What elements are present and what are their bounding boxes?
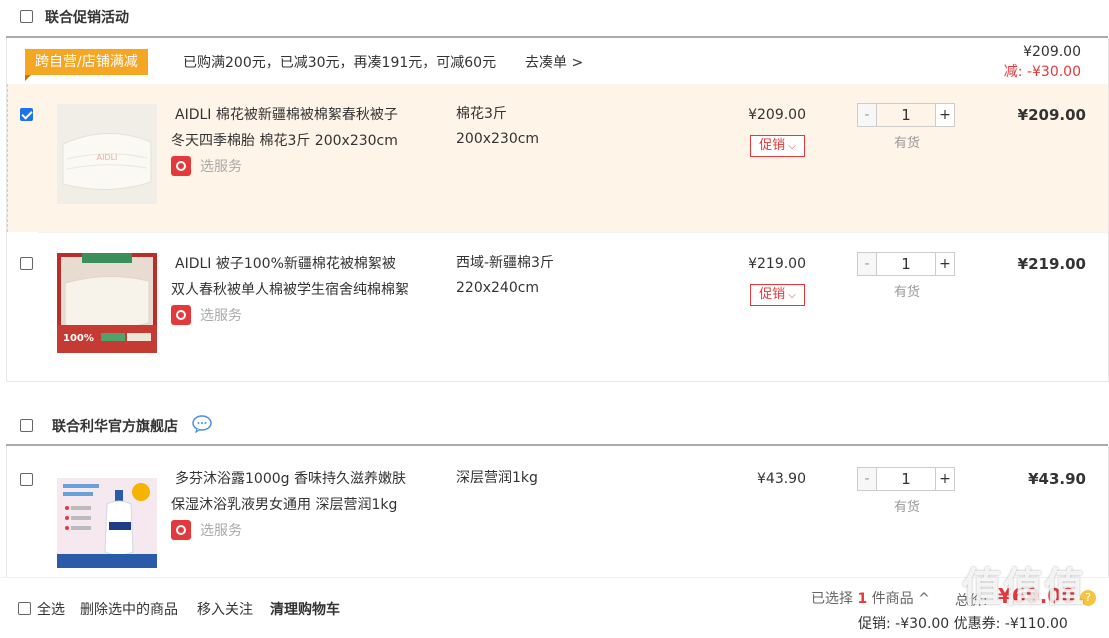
- selected-count: 1: [857, 591, 868, 607]
- item1-qty-input[interactable]: 1: [877, 103, 935, 127]
- svg-text:AIDLI: AIDLI: [97, 153, 118, 162]
- shop2-title[interactable]: 联合利华官方旗舰店: [52, 416, 178, 436]
- selected-prefix: 已选择: [811, 591, 853, 607]
- select-promo-group-checkbox[interactable]: [20, 10, 33, 23]
- select-shop2-checkbox[interactable]: [20, 419, 33, 432]
- item3-price: ¥43.90: [757, 471, 806, 487]
- select-all-checkbox[interactable]: [18, 602, 31, 615]
- item3-stock: 有货: [894, 500, 921, 515]
- item3-quantity-stepper[interactable]: - 1 +: [857, 467, 955, 491]
- group1-total: ¥209.00: [1023, 44, 1081, 60]
- promo-link[interactable]: 去凑单 >: [525, 52, 583, 72]
- selected-suffix: 件商品: [871, 591, 914, 607]
- thumb-badge: 100%: [63, 333, 94, 344]
- chevron-up-icon: ^: [918, 591, 930, 607]
- promo-label: 促销: [759, 138, 786, 153]
- item1-promo-dropdown[interactable]: 促销 ⌵: [750, 135, 805, 157]
- item3-title-line2[interactable]: 保湿沐浴乳液男女通用 深层营润1kg: [171, 492, 397, 518]
- service-icon[interactable]: [171, 305, 191, 325]
- item2-spec2: 220x240cm: [456, 280, 540, 296]
- item3-checkbox[interactable]: [20, 473, 33, 486]
- promo-label: 促销: [759, 287, 786, 302]
- item1-checkbox[interactable]: [20, 108, 33, 121]
- item1-quantity-stepper[interactable]: - 1 +: [857, 103, 955, 127]
- item1-spec2: 200x230cm: [456, 131, 540, 147]
- item1-spec1: 棉花3斤: [456, 106, 507, 122]
- service-icon[interactable]: [171, 156, 191, 176]
- item1-stock: 有货: [894, 136, 921, 151]
- clear-cart-link[interactable]: 清理购物车: [270, 599, 340, 619]
- item3-subtotal: ¥43.90: [1028, 470, 1086, 488]
- item1-thumbnail[interactable]: AIDLI: [57, 104, 157, 204]
- item2-subtotal: ¥219.00: [1017, 255, 1086, 273]
- watermark-logo: 值值值: [962, 565, 1085, 611]
- item2-title-line1[interactable]: AIDLI 被子100%新疆棉花被棉絮被: [175, 251, 396, 277]
- item3-qty-input[interactable]: 1: [877, 467, 935, 491]
- item3-spec1: 深层营润1kg: [456, 470, 538, 486]
- item1-price: ¥209.00: [748, 107, 806, 123]
- item2-thumbnail[interactable]: 100%: [57, 253, 157, 353]
- item1-subtotal: ¥209.00: [1017, 106, 1086, 124]
- chevron-down-icon: ⌵: [785, 290, 796, 301]
- item2-checkbox[interactable]: [20, 257, 33, 270]
- item2-service-link[interactable]: 选服务: [200, 305, 242, 325]
- item1-service-link[interactable]: 选服务: [200, 156, 242, 176]
- item2-stock: 有货: [894, 285, 921, 300]
- chevron-down-icon: ⌵: [785, 141, 796, 152]
- item3-title-line1[interactable]: 多芬沐浴露1000g 香味持久滋养嫩肤: [175, 466, 406, 492]
- delete-selected-link[interactable]: 删除选中的商品: [80, 599, 178, 619]
- item1-dashed-line: [7, 84, 8, 232]
- promo-tag: 跨自营/店铺满减: [25, 49, 148, 81]
- move-to-follow-link[interactable]: 移入关注: [197, 599, 253, 619]
- item1-title-line2[interactable]: 冬天四季棉胎 棉花3斤 200x230cm: [171, 128, 398, 154]
- increase-qty-button[interactable]: +: [935, 467, 955, 491]
- item2-promo-dropdown[interactable]: 促销 ⌵: [750, 284, 805, 306]
- item3-thumbnail[interactable]: [57, 468, 157, 568]
- item2-separator: [38, 232, 1108, 233]
- group1-discount: 减: -¥30.00: [1003, 64, 1081, 80]
- selected-summary[interactable]: 已选择 1 件商品 ^: [811, 588, 930, 608]
- chat-icon[interactable]: [192, 415, 212, 434]
- item2-title-line2[interactable]: 双人春秋被单人棉被学生宿舍纯棉棉絮: [171, 277, 409, 303]
- promo-coupon-summary: 促销: -¥30.00 优惠券: -¥110.00: [858, 616, 1068, 632]
- increase-qty-button[interactable]: +: [935, 103, 955, 127]
- item2-price: ¥219.00: [748, 256, 806, 272]
- increase-qty-button[interactable]: +: [935, 252, 955, 276]
- decrease-qty-button[interactable]: -: [857, 467, 877, 491]
- item2-quantity-stepper[interactable]: - 1 +: [857, 252, 955, 276]
- decrease-qty-button[interactable]: -: [857, 103, 877, 127]
- service-icon[interactable]: [171, 520, 191, 540]
- decrease-qty-button[interactable]: -: [857, 252, 877, 276]
- promo-group-title: 联合促销活动: [45, 10, 129, 26]
- item3-service-link[interactable]: 选服务: [200, 520, 242, 540]
- promo-text: 已购满200元，已减30元，再凑191元，可减60元: [183, 55, 497, 71]
- select-all-label[interactable]: 全选: [37, 599, 65, 619]
- item1-title-line1[interactable]: AIDLI 棉花被新疆棉被棉絮春秋被子: [175, 102, 398, 128]
- cart-footer-bar: 全选 删除选中的商品 移入关注 清理购物车 已选择 1 件商品 ^ 总价: ¥6…: [0, 577, 1109, 638]
- item2-spec1: 西域-新疆棉3斤: [456, 255, 554, 271]
- item2-qty-input[interactable]: 1: [877, 252, 935, 276]
